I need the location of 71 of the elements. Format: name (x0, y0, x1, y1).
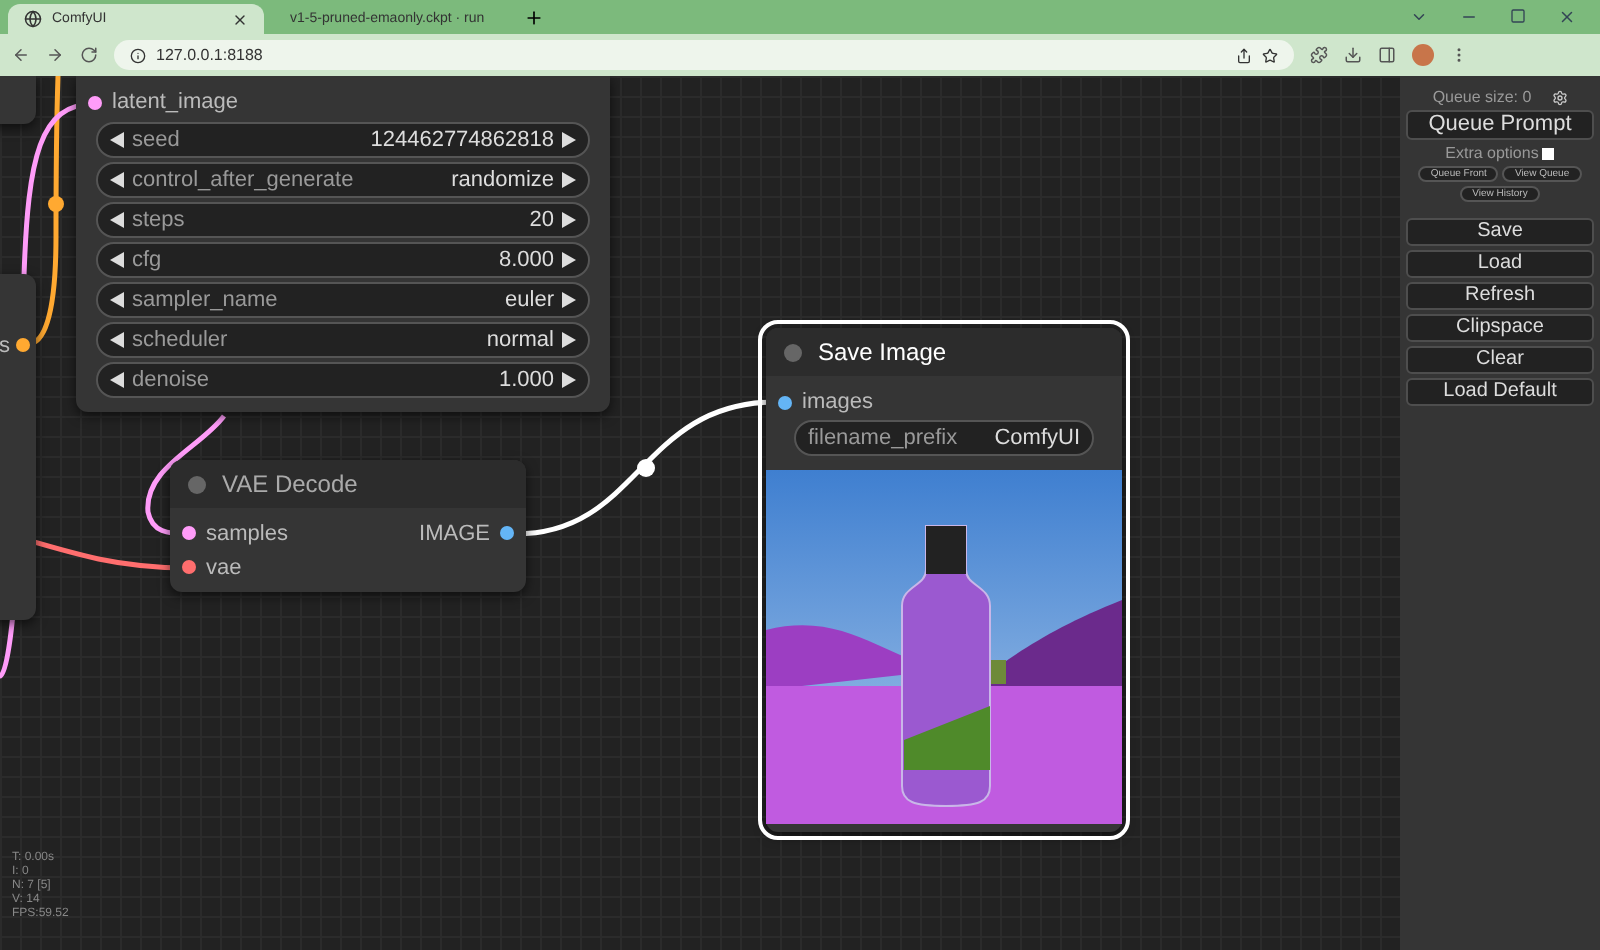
value-widget[interactable]: seed 124462774862818 (96, 122, 590, 158)
value-widget[interactable]: sampler_name euler (96, 282, 590, 318)
sidebar-icon[interactable] (1378, 46, 1396, 64)
forward-icon[interactable] (46, 46, 64, 64)
left-arrow-icon[interactable] (110, 332, 124, 348)
left-arrow-icon[interactable] (110, 372, 124, 388)
share-icon[interactable] (1236, 47, 1252, 63)
left-arrow-icon[interactable] (110, 292, 124, 308)
value-widget[interactable]: scheduler normal (96, 322, 590, 358)
download-icon[interactable] (1344, 46, 1362, 64)
left-arrow-icon[interactable] (110, 252, 124, 268)
menu-button[interactable]: Save (1406, 218, 1594, 246)
right-arrow-icon[interactable] (562, 132, 576, 148)
right-arrow-icon[interactable] (562, 212, 576, 228)
slot-dot-icon[interactable] (500, 526, 514, 540)
address-field[interactable]: 127.0.0.1:8188 (114, 40, 1294, 70)
slot-dot-icon[interactable] (16, 338, 30, 352)
info-icon[interactable] (130, 47, 146, 63)
queue-size-text: Queue size: 0 (1432, 88, 1532, 106)
node-title: Save Image (818, 338, 947, 366)
chevron-down-icon[interactable] (1410, 8, 1428, 26)
maximize-icon[interactable] (1510, 8, 1526, 24)
back-icon[interactable] (12, 46, 30, 64)
node-panel[interactable]: s (0, 274, 36, 620)
slot-label: images (802, 390, 873, 414)
node-panel[interactable]: latent_image seed 124462774862818 control_after_generate randomize steps 20 cfg 8.000 sampler_name euler scheduler normal denoise 1.000 (76, 76, 610, 412)
globe-icon (24, 10, 42, 28)
settings-icon[interactable] (1551, 89, 1568, 105)
puzzle-icon[interactable] (1310, 46, 1328, 64)
left-arrow-icon[interactable] (110, 172, 124, 188)
node-title: VAE Decode (222, 470, 358, 498)
value-widget[interactable]: filename_prefix ComfyUI (794, 420, 1094, 456)
menu-button[interactable]: Clipspace (1406, 314, 1594, 342)
slot-dot-icon[interactable] (88, 95, 102, 109)
close-icon[interactable] (232, 11, 248, 27)
avatar-icon[interactable] (1412, 44, 1434, 66)
node-panel[interactable]: VAE Decode samples IMAGE vae (170, 460, 526, 592)
slot-label: vae (206, 555, 242, 579)
new-tab-icon[interactable] (524, 8, 544, 28)
queue-prompt-button[interactable]: Queue Prompt (1406, 110, 1594, 140)
value-widget[interactable]: cfg 8.000 (96, 242, 590, 278)
slot-dot-icon[interactable] (182, 526, 196, 540)
value-widget[interactable]: denoise 1.000 (96, 362, 590, 398)
reroute-dot (637, 459, 655, 477)
menu-button[interactable]: Refresh (1406, 282, 1594, 310)
reroute-dot (48, 196, 64, 212)
node-canvas[interactable] (0, 76, 1400, 950)
close-icon[interactable] (1558, 8, 1576, 26)
slot-dot-icon[interactable] (778, 395, 792, 409)
right-arrow-icon[interactable] (562, 372, 576, 388)
right-arrow-icon[interactable] (562, 252, 576, 268)
menu-button[interactable]: Load (1406, 250, 1594, 278)
value-widget[interactable]: steps 20 (96, 202, 590, 238)
slot-label: latent_image (112, 90, 238, 114)
slot-dot-icon[interactable] (182, 560, 196, 574)
collapse-dot-icon[interactable] (784, 343, 802, 361)
slot-label: samples (206, 521, 288, 545)
extra-options-checkbox[interactable]: Extra options (1445, 144, 1555, 162)
slot-label: IMAGE (419, 521, 490, 545)
left-arrow-icon[interactable] (110, 132, 124, 148)
slot-label: s (0, 333, 10, 357)
collapse-dot-icon[interactable] (188, 475, 206, 493)
menu-button[interactable]: Load Default (1406, 378, 1594, 406)
star-icon[interactable] (1262, 47, 1278, 63)
right-arrow-icon[interactable] (562, 292, 576, 308)
right-arrow-icon[interactable] (562, 332, 576, 348)
right-arrow-icon[interactable] (562, 172, 576, 188)
reload-icon[interactable] (80, 46, 98, 64)
value-widget[interactable]: control_after_generate randomize (96, 162, 590, 198)
menu-button[interactable]: Clear (1406, 346, 1594, 374)
left-arrow-icon[interactable] (110, 212, 124, 228)
